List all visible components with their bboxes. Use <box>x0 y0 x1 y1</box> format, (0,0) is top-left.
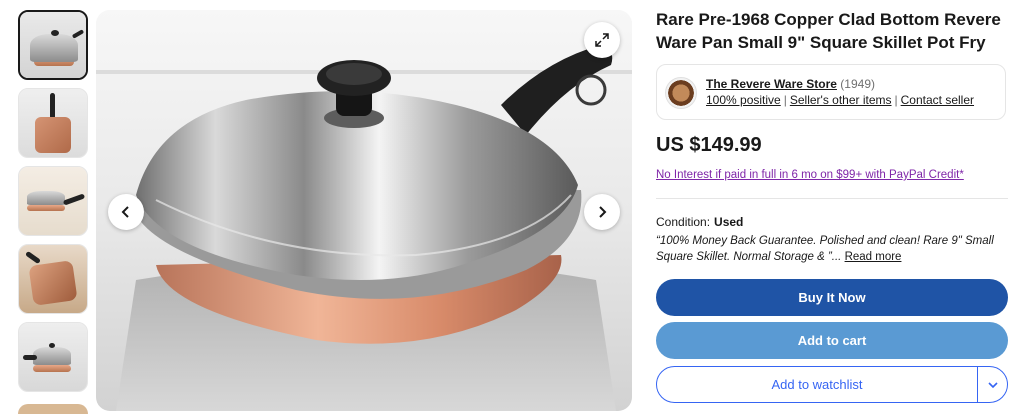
thumbnail-2[interactable] <box>18 88 88 158</box>
thumbnail-4[interactable] <box>18 244 88 314</box>
seller-card: The Revere Ware Store (1949) 100% positi… <box>656 64 1006 120</box>
separator: | <box>783 93 787 107</box>
seller-feedback-count[interactable]: (1949) <box>840 77 875 91</box>
add-to-watchlist-button[interactable]: Add to watchlist <box>657 367 977 402</box>
seller-notes-text: “100% Money Back Guarantee. Polished and… <box>656 235 994 263</box>
next-image-button[interactable] <box>584 194 620 230</box>
chevron-left-icon <box>121 206 129 218</box>
divider <box>656 198 1008 199</box>
expand-image-button[interactable] <box>584 22 620 58</box>
add-to-cart-button[interactable]: Add to cart <box>656 322 1008 359</box>
chevron-right-icon <box>599 206 607 218</box>
thumbnail-6[interactable] <box>18 404 88 414</box>
watchlist-control: Add to watchlist <box>656 366 1008 403</box>
thumbnail-1[interactable] <box>18 10 88 80</box>
watchlist-dropdown-button[interactable] <box>978 367 1007 402</box>
price: US $149.99 <box>656 134 762 156</box>
seller-positive-link[interactable]: 100% positive <box>706 93 781 107</box>
condition-row: Condition: Used <box>656 215 743 229</box>
seller-notes: “100% Money Back Guarantee. Polished and… <box>656 233 1006 265</box>
seller-name-link[interactable]: The Revere Ware Store <box>706 77 837 91</box>
condition-label: Condition: <box>656 215 711 229</box>
seller-other-items-link[interactable]: Seller's other items <box>790 93 892 107</box>
seller-avatar[interactable] <box>665 77 697 109</box>
thumbnail-strip <box>18 10 90 400</box>
paypal-credit-link[interactable]: No Interest if paid in full in 6 mo on $… <box>656 169 964 181</box>
condition-value: Used <box>714 215 744 229</box>
thumbnail-3[interactable] <box>18 166 88 236</box>
main-product-image[interactable] <box>96 10 632 411</box>
listing-title: Rare Pre-1968 Copper Clad Bottom Revere … <box>656 10 1001 52</box>
read-more-link[interactable]: Read more <box>845 251 902 263</box>
seller-links-row: 100% positive | Seller's other items | Conta… <box>706 93 974 108</box>
thumbnail-5[interactable] <box>18 322 88 392</box>
expand-icon <box>595 33 609 47</box>
buy-it-now-button[interactable]: Buy It Now <box>656 279 1008 316</box>
pan-photo <box>96 10 632 411</box>
seller-name-row: The Revere Ware Store (1949) <box>706 77 875 92</box>
contact-seller-link[interactable]: Contact seller <box>901 93 974 107</box>
chevron-down-icon <box>988 381 998 388</box>
separator: | <box>894 93 898 107</box>
previous-image-button[interactable] <box>108 194 144 230</box>
